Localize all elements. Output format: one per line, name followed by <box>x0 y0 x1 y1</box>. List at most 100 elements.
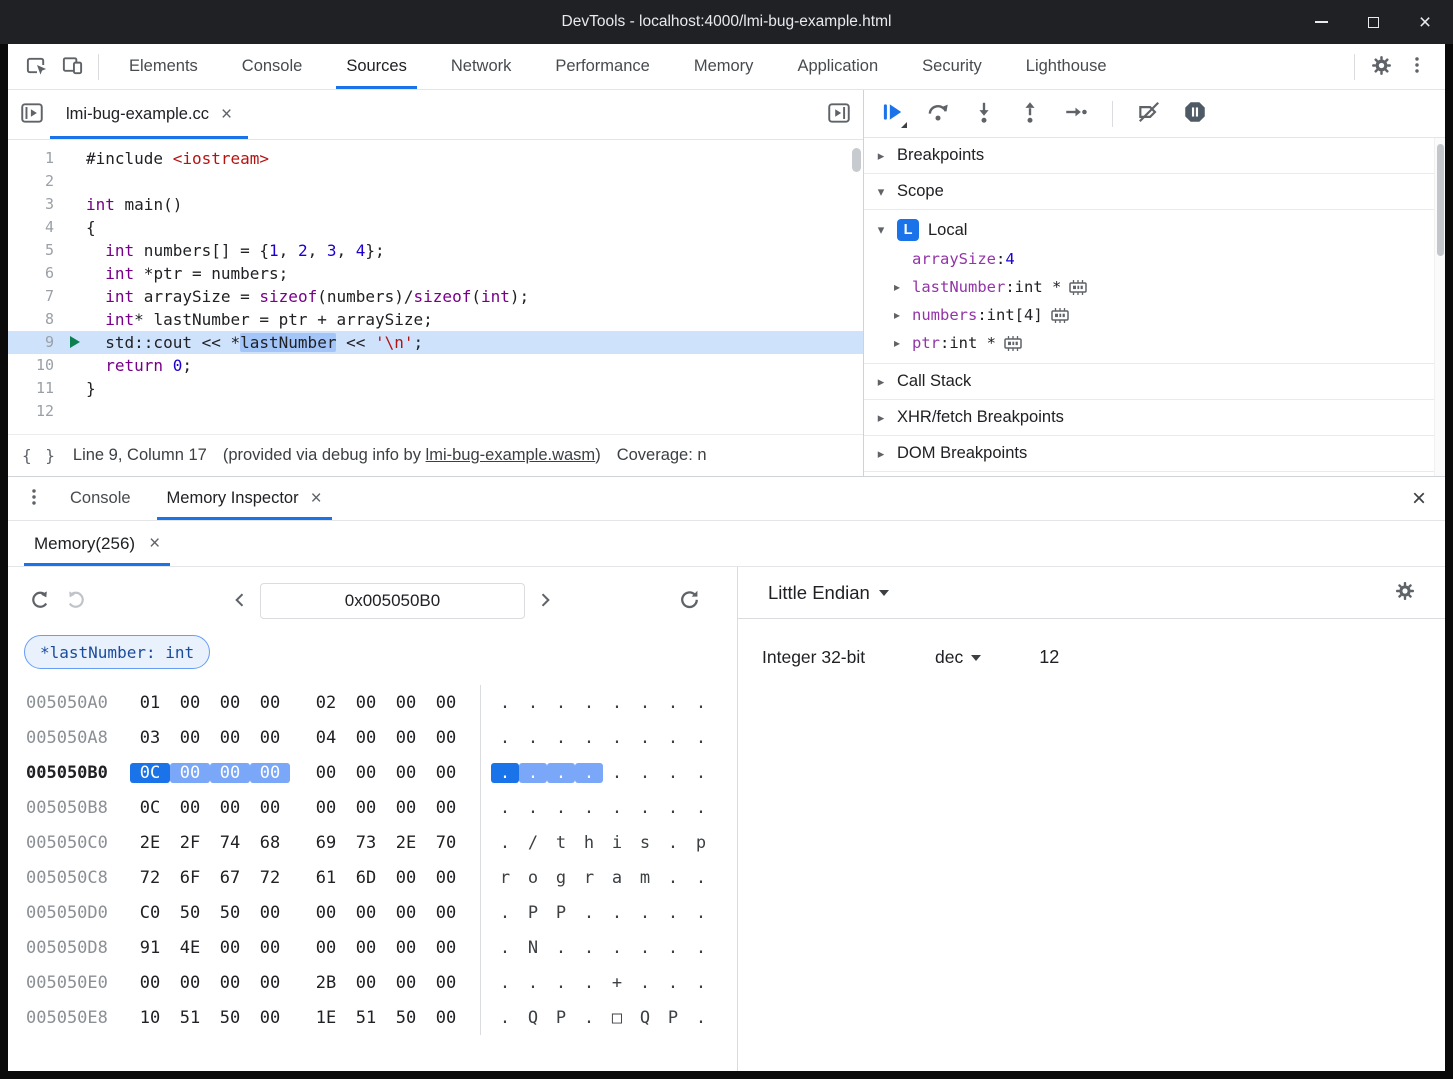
step-over-button[interactable] <box>920 96 956 132</box>
memory-ascii-char[interactable]: . <box>547 693 575 713</box>
chevron-right-icon[interactable]: ▸ <box>894 280 912 294</box>
memory-ascii-char[interactable]: s <box>631 833 659 853</box>
section-call-stack[interactable]: ▸Call Stack <box>864 364 1445 400</box>
previous-page-button[interactable] <box>222 583 258 619</box>
resume-button[interactable] <box>874 96 910 132</box>
open-in-memory-inspector-icon[interactable] <box>1068 279 1088 296</box>
device-toolbar-button[interactable] <box>54 49 90 85</box>
memory-byte[interactable]: 00 <box>346 728 386 748</box>
highlighted-memory-chip[interactable]: *lastNumber: int <box>24 635 210 669</box>
memory-ascii-char[interactable]: . <box>687 763 715 783</box>
toggle-navigator-sidebar-button[interactable] <box>14 97 50 133</box>
memory-byte[interactable]: 2F <box>170 833 210 853</box>
editor-scrollbar[interactable] <box>852 146 861 430</box>
memory-ascii-char[interactable]: . <box>687 938 715 958</box>
memory-ascii-char[interactable]: . <box>519 728 547 748</box>
memory-ascii-char[interactable]: P <box>547 903 575 923</box>
memory-byte[interactable]: 00 <box>306 798 346 818</box>
tab-application[interactable]: Application <box>775 44 900 89</box>
memory-ascii-char[interactable]: r <box>491 868 519 888</box>
memory-byte[interactable]: 01 <box>130 693 170 713</box>
memory-ascii-char[interactable]: m <box>631 868 659 888</box>
memory-byte[interactable]: 6D <box>346 868 386 888</box>
memory-byte[interactable]: 51 <box>170 1008 210 1028</box>
memory-ascii-char[interactable]: . <box>687 693 715 713</box>
memory-byte[interactable]: 00 <box>306 938 346 958</box>
memory-ascii-char[interactable]: . <box>659 833 687 853</box>
memory-byte[interactable]: 10 <box>130 1008 170 1028</box>
close-icon[interactable]: × <box>311 489 322 508</box>
endianness-select[interactable]: Little Endian <box>768 582 889 604</box>
memory-ascii-char[interactable]: . <box>575 973 603 993</box>
code-line-2[interactable]: 2 <box>8 170 863 193</box>
memory-byte[interactable]: 00 <box>386 798 426 818</box>
memory-buffer-tab[interactable]: Memory(256) × <box>16 521 178 566</box>
memory-row[interactable]: 005050B00C00000000000000........ <box>8 755 737 790</box>
memory-byte[interactable]: 00 <box>170 798 210 818</box>
memory-byte[interactable]: 73 <box>346 833 386 853</box>
memory-byte[interactable]: 72 <box>250 868 290 888</box>
memory-ascii-char[interactable]: . <box>687 798 715 818</box>
memory-byte[interactable]: 04 <box>306 728 346 748</box>
memory-ascii-char[interactable]: . <box>631 763 659 783</box>
memory-ascii-char[interactable]: t <box>547 833 575 853</box>
memory-row[interactable]: 005050A00100000002000000........ <box>8 685 737 720</box>
memory-ascii-char[interactable]: . <box>603 693 631 713</box>
wasm-file-link[interactable]: lmi-bug-example.wasm <box>426 446 596 464</box>
code-line-12[interactable]: 12 <box>8 400 863 423</box>
memory-byte[interactable]: 00 <box>170 973 210 993</box>
memory-ascii-char[interactable]: Q <box>519 1008 547 1028</box>
memory-byte[interactable]: 50 <box>170 903 210 923</box>
memory-ascii-char[interactable]: Q <box>631 1008 659 1028</box>
memory-ascii-char[interactable]: . <box>491 693 519 713</box>
memory-ascii-char[interactable]: . <box>519 798 547 818</box>
pause-on-exceptions-button[interactable] <box>1177 96 1213 132</box>
memory-byte[interactable]: 67 <box>210 868 250 888</box>
memory-ascii-char[interactable]: . <box>659 973 687 993</box>
memory-ascii-char[interactable]: . <box>631 938 659 958</box>
memory-byte[interactable]: 00 <box>250 728 290 748</box>
memory-byte[interactable]: 00 <box>250 973 290 993</box>
memory-byte[interactable]: 00 <box>250 763 290 783</box>
memory-byte[interactable]: 00 <box>426 938 466 958</box>
memory-ascii-char[interactable]: . <box>491 798 519 818</box>
memory-byte[interactable]: 91 <box>130 938 170 958</box>
memory-ascii-char[interactable]: . <box>575 728 603 748</box>
memory-byte[interactable]: 00 <box>170 728 210 748</box>
memory-byte[interactable]: 00 <box>346 903 386 923</box>
history-back-button[interactable] <box>22 583 58 619</box>
line-number[interactable]: 5 <box>8 239 70 262</box>
memory-ascii-char[interactable]: . <box>575 903 603 923</box>
memory-byte[interactable]: 00 <box>250 903 290 923</box>
memory-ascii-char[interactable]: . <box>519 973 547 993</box>
memory-ascii-char[interactable]: . <box>547 938 575 958</box>
memory-byte[interactable]: 4E <box>170 938 210 958</box>
memory-ascii-char[interactable]: . <box>687 903 715 923</box>
memory-byte[interactable]: 00 <box>250 693 290 713</box>
line-number[interactable]: 3 <box>8 193 70 216</box>
scrollbar-thumb[interactable] <box>1437 144 1444 256</box>
memory-row[interactable]: 005050E8105150001E515000.QP.□QP. <box>8 1000 737 1035</box>
scope-variable-numbers[interactable]: ▸numbers: int[4] <box>864 301 1445 329</box>
memory-byte[interactable]: 00 <box>386 938 426 958</box>
code-line-8[interactable]: 8 int* lastNumber = ptr + arraySize; <box>8 308 863 331</box>
line-number[interactable]: 8 <box>8 308 70 331</box>
memory-ascii-char[interactable]: p <box>687 833 715 853</box>
memory-byte[interactable]: 00 <box>426 693 466 713</box>
memory-ascii-char[interactable]: . <box>659 903 687 923</box>
memory-byte[interactable]: 00 <box>210 728 250 748</box>
memory-ascii-char[interactable]: r <box>575 868 603 888</box>
memory-ascii-char[interactable]: . <box>603 903 631 923</box>
memory-ascii-char[interactable]: . <box>659 938 687 958</box>
memory-byte[interactable]: 00 <box>426 903 466 923</box>
memory-ascii-char[interactable]: / <box>519 833 547 853</box>
memory-byte[interactable]: 51 <box>346 1008 386 1028</box>
step-out-button[interactable] <box>1012 96 1048 132</box>
memory-ascii-char[interactable]: . <box>631 903 659 923</box>
line-number[interactable]: 1 <box>8 147 70 170</box>
line-number[interactable]: 6 <box>8 262 70 285</box>
sidebar-scrollbar[interactable] <box>1434 138 1445 476</box>
code-line-5[interactable]: 5 int numbers[] = {1, 2, 3, 4}; <box>8 239 863 262</box>
memory-ascii-char[interactable]: □ <box>603 1008 631 1028</box>
chevron-right-icon[interactable]: ▸ <box>894 308 912 322</box>
